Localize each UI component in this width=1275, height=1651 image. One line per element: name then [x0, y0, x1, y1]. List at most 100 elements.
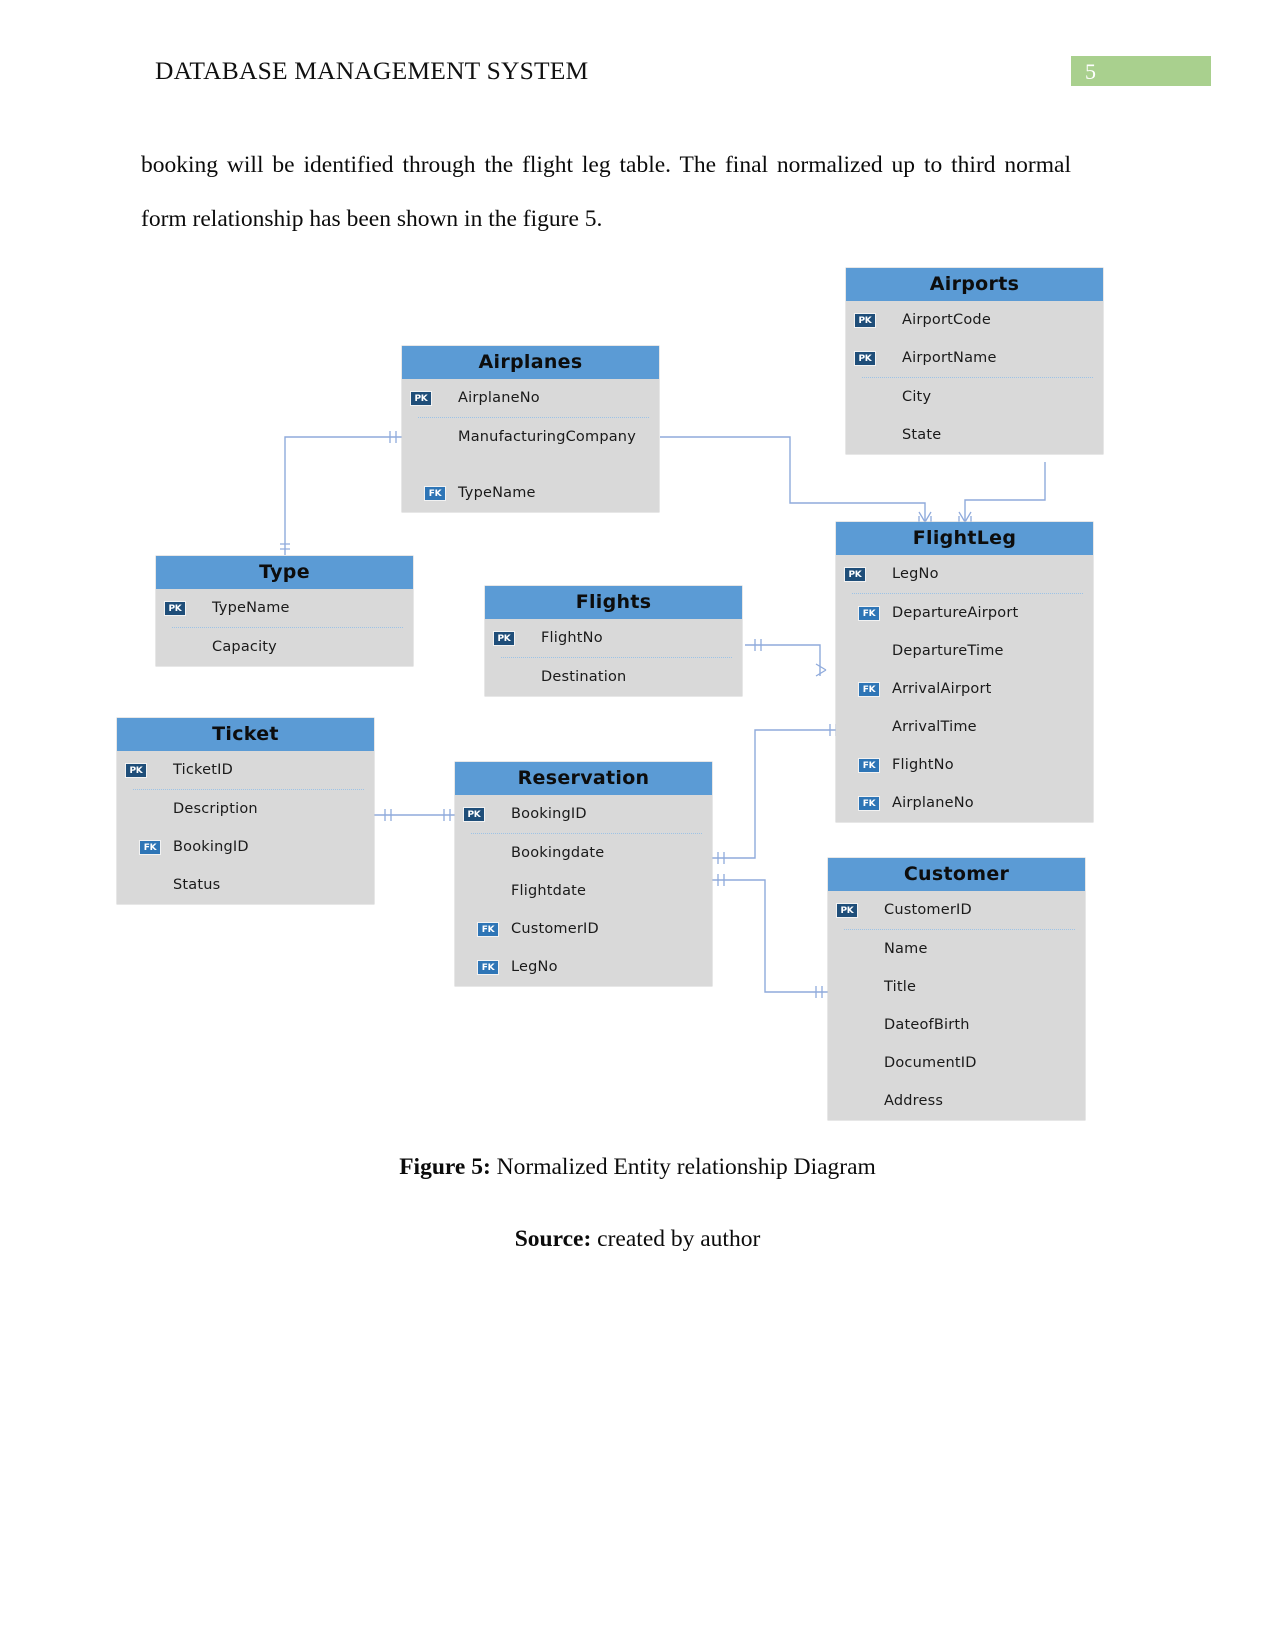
attribute-row: City — [846, 378, 1103, 416]
key-badge-slot: PK — [117, 762, 173, 778]
key-badge-slot: FK — [455, 959, 511, 975]
pk-badge: PK — [854, 312, 876, 328]
pk-badge: PK — [836, 902, 858, 918]
key-badge-slot: PK — [485, 630, 541, 646]
attribute-row: DocumentID — [828, 1044, 1085, 1082]
entity-flights-title: Flights — [485, 586, 742, 619]
attribute-row: ArrivalTime — [836, 708, 1093, 746]
attribute-row: PK LegNo — [836, 555, 1093, 593]
attribute-name: TicketID — [173, 762, 233, 778]
attribute-name: ArrivalTime — [892, 719, 977, 735]
entity-flights[interactable]: Flights PK FlightNo Destination — [485, 586, 742, 696]
attribute-row: Address — [828, 1082, 1085, 1120]
attribute-name: LegNo — [511, 959, 558, 975]
attribute-name: AirplaneNo — [892, 795, 974, 811]
attribute-name: Title — [884, 979, 917, 995]
attribute-row: PK FlightNo — [485, 619, 742, 657]
attribute-name: Status — [173, 877, 221, 893]
key-badge-slot: PK — [402, 390, 458, 406]
attribute-row: Title — [828, 968, 1085, 1006]
fk-badge: FK — [858, 605, 880, 621]
attribute-row: Destination — [485, 658, 742, 696]
entity-type[interactable]: Type PK TypeName Capacity — [156, 556, 413, 666]
entity-customer[interactable]: Customer PK CustomerID Name Title Dateof… — [828, 858, 1085, 1120]
fk-badge: FK — [858, 795, 880, 811]
fk-badge: FK — [477, 921, 499, 937]
attribute-name: Bookingdate — [511, 845, 605, 861]
attribute-row: Name — [828, 930, 1085, 968]
fk-badge: FK — [858, 757, 880, 773]
attribute-name: FlightNo — [892, 757, 954, 773]
attribute-name: CustomerID — [511, 921, 599, 937]
pk-badge: PK — [854, 350, 876, 366]
entity-ticket[interactable]: Ticket PK TicketID Description FK Bookin… — [117, 718, 374, 904]
attribute-name: TypeName — [458, 485, 536, 501]
attribute-name: Name — [884, 941, 928, 957]
attribute-row: FK ArrivalAirport — [836, 670, 1093, 708]
attribute-name: State — [902, 427, 942, 443]
entity-type-title: Type — [156, 556, 413, 589]
attribute-row: ManufacturingCompany — [402, 418, 659, 474]
entity-airports-title: Airports — [846, 268, 1103, 301]
attribute-row: FK TypeName — [402, 474, 659, 512]
attribute-row: PK CustomerID — [828, 891, 1085, 929]
fk-badge: FK — [424, 485, 446, 501]
attribute-name: DocumentID — [884, 1055, 977, 1071]
pk-badge: PK — [164, 600, 186, 616]
fk-badge: FK — [139, 839, 161, 855]
attribute-row: Capacity — [156, 628, 413, 666]
attribute-name: AirportName — [902, 350, 997, 366]
attribute-name: DepartureAirport — [892, 605, 1019, 621]
figure-caption-text: Normalized Entity relationship Diagram — [490, 1154, 876, 1180]
connector-flightleg-reservation — [712, 729, 836, 859]
entity-ticket-title: Ticket — [117, 718, 374, 751]
attribute-row: State — [846, 416, 1103, 454]
attribute-name: BookingID — [173, 839, 249, 855]
entity-airplanes[interactable]: Airplanes PK AirplaneNo ManufacturingCom… — [402, 346, 659, 512]
source-text: created by author — [591, 1226, 761, 1252]
source-line: Source: created by author — [0, 1226, 1275, 1253]
attribute-row: FK BookingID — [117, 828, 374, 866]
attribute-row: Bookingdate — [455, 834, 712, 872]
pk-badge: PK — [463, 806, 485, 822]
entity-airports[interactable]: Airports PK AirportCode PK AirportName C… — [846, 268, 1103, 454]
source-lead: Source: — [514, 1226, 592, 1252]
key-badge-slot: PK — [846, 350, 902, 366]
attribute-name: LegNo — [892, 566, 939, 582]
attribute-name: TypeName — [212, 600, 290, 616]
document-header-title: DATABASE MANAGEMENT SYSTEM — [155, 56, 589, 85]
attribute-row: Flightdate — [455, 872, 712, 910]
entity-customer-attributes: PK CustomerID Name Title DateofBirth Doc… — [828, 891, 1085, 1120]
body-paragraph: booking will be identified through the f… — [141, 152, 1071, 232]
entity-airports-attributes: PK AirportCode PK AirportName City State — [846, 301, 1103, 454]
attribute-name: CustomerID — [884, 902, 972, 918]
attribute-name: DepartureTime — [892, 643, 1004, 659]
attribute-row: FK CustomerID — [455, 910, 712, 948]
entity-reservation[interactable]: Reservation PK BookingID Bookingdate Fli… — [455, 762, 712, 986]
key-badge-slot: PK — [156, 600, 212, 616]
entity-flightleg-attributes: PK LegNo FK DepartureAirport DepartureTi… — [836, 555, 1093, 822]
entity-flightleg-title: FlightLeg — [836, 522, 1093, 555]
key-badge-slot: FK — [117, 839, 173, 855]
attribute-name: FlightNo — [541, 630, 603, 646]
attribute-row: Status — [117, 866, 374, 904]
entity-reservation-title: Reservation — [455, 762, 712, 795]
entity-flightleg[interactable]: FlightLeg PK LegNo FK DepartureAirport D… — [836, 522, 1093, 822]
attribute-row: DepartureTime — [836, 632, 1093, 670]
attribute-name: Description — [173, 801, 258, 817]
key-badge-slot: FK — [402, 485, 458, 501]
attribute-row: PK TypeName — [156, 589, 413, 627]
key-badge-slot: FK — [455, 921, 511, 937]
attribute-name: AirplaneNo — [458, 390, 540, 406]
figure-caption: Figure 5: Normalized Entity relationship… — [0, 1154, 1275, 1181]
attribute-row: FK AirplaneNo — [836, 784, 1093, 822]
key-badge-slot: FK — [836, 795, 892, 811]
attribute-name: Destination — [541, 669, 627, 685]
attribute-row: PK AirplaneNo — [402, 379, 659, 417]
attribute-row: FK LegNo — [455, 948, 712, 986]
entity-ticket-attributes: PK TicketID Description FK BookingID Sta… — [117, 751, 374, 904]
attribute-name: ManufacturingCompany — [458, 429, 636, 445]
fk-badge: FK — [477, 959, 499, 975]
entity-type-attributes: PK TypeName Capacity — [156, 589, 413, 666]
figure-caption-lead: Figure 5: — [399, 1154, 491, 1180]
